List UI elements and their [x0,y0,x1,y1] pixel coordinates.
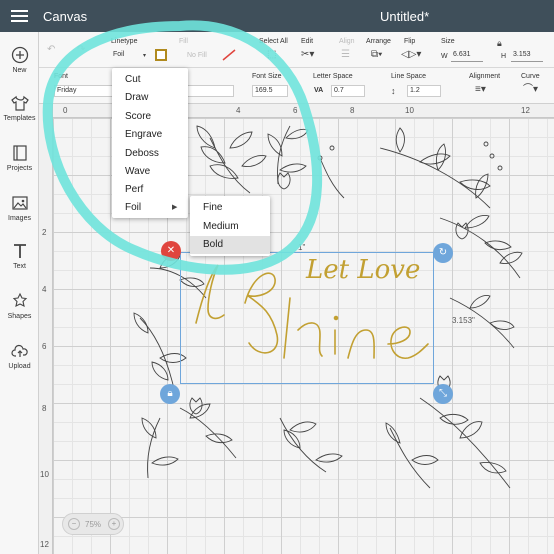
teal-highlight-annotation [42,20,323,275]
